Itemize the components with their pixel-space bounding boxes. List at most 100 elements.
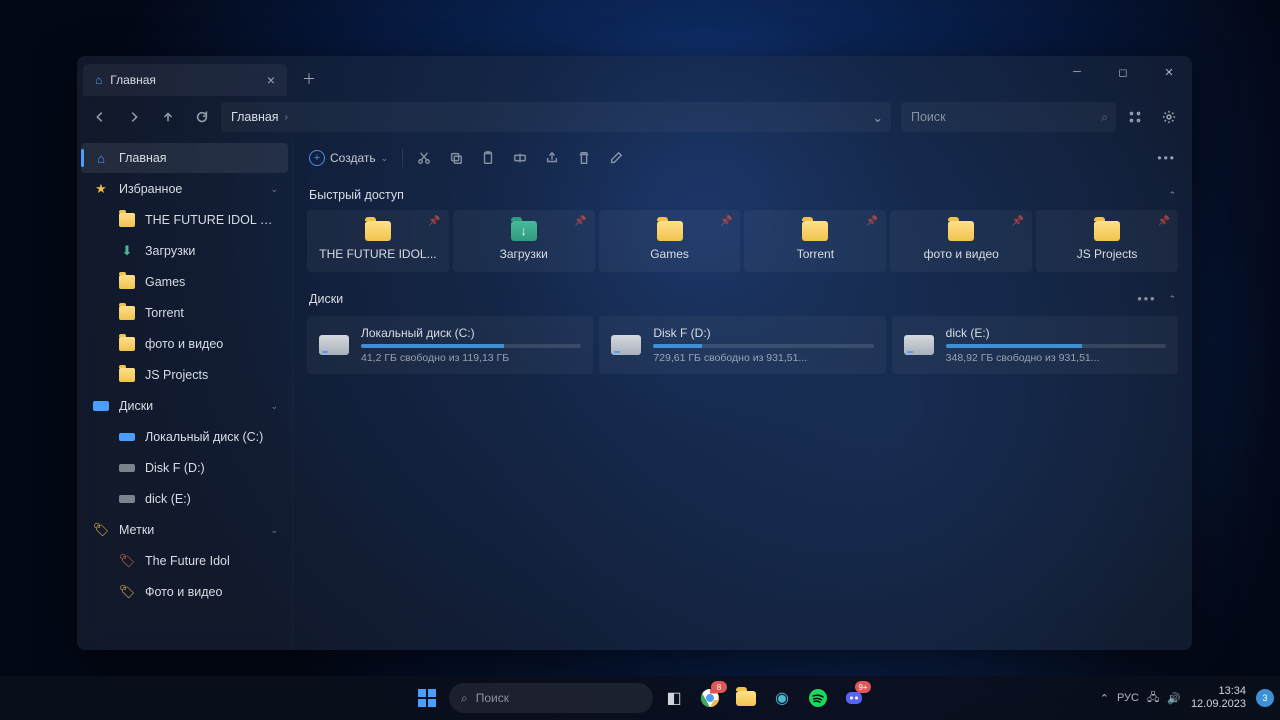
rename-button[interactable] — [505, 144, 535, 172]
sidebar-tag-item[interactable]: 🏷Фото и видео — [81, 577, 288, 607]
tab-home[interactable]: ⌂ Главная × — [83, 64, 287, 96]
create-button[interactable]: + Создать ⌄ — [301, 144, 396, 172]
folder-icon — [119, 336, 135, 352]
sidebar-fav-item[interactable]: JS Projects — [81, 360, 288, 390]
cut-button[interactable] — [409, 144, 439, 172]
file-explorer-window: ⌂ Главная × ＋ ─ ◻ ✕ Главная › ⌄ Поиск — [77, 56, 1192, 650]
pin-icon[interactable]: 📌 — [574, 216, 586, 227]
quick-access-item[interactable]: 📌фото и видео — [890, 210, 1032, 272]
quick-access-item[interactable]: 📌 THE FUTURE IDOL... — [307, 210, 449, 272]
explorer-app[interactable] — [731, 683, 761, 713]
sidebar-item-label: Games — [145, 275, 185, 289]
quick-access-item[interactable]: 📌Загрузки — [453, 210, 595, 272]
chevron-up-icon[interactable]: ⌃ — [1168, 294, 1176, 305]
properties-button[interactable] — [601, 144, 631, 172]
clock[interactable]: 13:34 12.09.2023 — [1191, 685, 1246, 711]
download-folder-icon — [511, 221, 537, 241]
section-quick-access[interactable]: Быстрый доступ ⌃ — [307, 178, 1178, 210]
sidebar-item-label: Фото и видео — [145, 585, 222, 599]
settings-button[interactable] — [1154, 102, 1184, 132]
discord-app[interactable]: 9+ — [839, 683, 869, 713]
sidebar-tags[interactable]: 🏷 Метки ⌄ — [81, 515, 288, 545]
start-button[interactable] — [411, 682, 443, 714]
back-button[interactable] — [85, 102, 115, 132]
disk-item[interactable]: dick (E:)348,92 ГБ свободно из 931,51... — [892, 316, 1178, 374]
drive-icon — [119, 491, 135, 507]
sidebar-disks[interactable]: Диски ⌄ — [81, 391, 288, 421]
close-button[interactable]: ✕ — [1146, 56, 1192, 88]
drive-icon — [319, 335, 349, 355]
minimize-button[interactable]: ─ — [1054, 56, 1100, 88]
paste-button[interactable] — [473, 144, 503, 172]
taskview-button[interactable]: ◧ — [659, 683, 689, 713]
sidebar-tag-item[interactable]: 🏷 The Future Idol — [81, 546, 288, 576]
copy-button[interactable] — [441, 144, 471, 172]
pin-icon[interactable]: 📌 — [428, 216, 440, 227]
create-label: Создать — [330, 151, 376, 165]
pin-icon[interactable]: 📌 — [720, 216, 732, 227]
sidebar-item-label: Локальный диск (C:) — [145, 430, 263, 444]
app-4[interactable]: ◉ — [767, 683, 797, 713]
disk-item[interactable]: Локальный диск (C:)41,2 ГБ свободно из 1… — [307, 316, 593, 374]
taskbar-search[interactable]: ⌕ Поиск — [449, 683, 653, 713]
tab-close-icon[interactable]: × — [267, 72, 275, 88]
sidebar-disk-item[interactable]: Disk F (D:) — [81, 453, 288, 483]
sidebar-fav-item[interactable]: Torrent — [81, 298, 288, 328]
share-button[interactable] — [537, 144, 567, 172]
sidebar-disk-item[interactable]: dick (E:) — [81, 484, 288, 514]
item-label: THE FUTURE IDOL... — [319, 247, 436, 261]
quick-access-item[interactable]: 📌Games — [599, 210, 741, 272]
view-options-button[interactable] — [1120, 102, 1150, 132]
sidebar-fav-item[interactable]: Games — [81, 267, 288, 297]
sidebar-fav-item[interactable]: ⬇Загрузки — [81, 236, 288, 266]
chevron-down-icon[interactable]: ⌄ — [270, 184, 278, 195]
disk-item[interactable]: Disk F (D:)729,61 ГБ свободно из 931,51.… — [599, 316, 885, 374]
address-bar[interactable]: Главная › ⌄ — [221, 102, 891, 132]
sidebar-fav-item[interactable]: фото и видео — [81, 329, 288, 359]
pin-icon[interactable]: 📌 — [1158, 216, 1170, 227]
forward-button[interactable] — [119, 102, 149, 132]
volume-icon[interactable]: 🔊 — [1167, 692, 1181, 705]
folder-icon — [119, 274, 135, 290]
chrome-app[interactable]: 8 — [695, 683, 725, 713]
refresh-button[interactable] — [187, 102, 217, 132]
chevron-down-icon[interactable]: ⌄ — [270, 401, 278, 412]
pin-icon[interactable]: 📌 — [1012, 216, 1024, 227]
network-icon[interactable]: 🖧 — [1147, 689, 1159, 708]
tray-chevron-icon[interactable]: ⌃ — [1100, 692, 1109, 705]
sidebar-home[interactable]: ⌂ Главная — [81, 143, 288, 173]
chevron-up-icon[interactable]: ⌃ — [1168, 190, 1176, 201]
quick-access-item[interactable]: 📌 JS Projects — [1036, 210, 1178, 272]
folder-icon — [802, 221, 828, 241]
home-icon: ⌂ — [93, 150, 109, 166]
chevron-down-icon[interactable]: ⌄ — [873, 110, 883, 125]
sidebar-disk-item[interactable]: Локальный диск (C:) — [81, 422, 288, 452]
more-icon[interactable]: ••• — [1137, 292, 1156, 306]
chevron-down-icon[interactable]: ⌄ — [270, 525, 278, 536]
folder-icon — [119, 212, 135, 228]
search-input[interactable]: Поиск ⌕ — [901, 102, 1116, 132]
maximize-button[interactable]: ◻ — [1100, 56, 1146, 88]
folder-icon — [948, 221, 974, 241]
content-area: + Создать ⌄ ••• Быстрый д — [292, 138, 1192, 650]
sidebar-item-label: Torrent — [145, 306, 184, 320]
quick-access-item[interactable]: 📌Torrent — [744, 210, 886, 272]
new-tab-button[interactable]: ＋ — [295, 65, 323, 93]
section-disks[interactable]: Диски ••• ⌃ — [307, 282, 1178, 314]
language-indicator[interactable]: РУС — [1117, 692, 1139, 704]
search-icon: ⌕ — [461, 691, 468, 706]
sidebar-fav-item[interactable]: THE FUTURE IDOL STUD — [81, 205, 288, 235]
sidebar-favorites[interactable]: ★ Избранное ⌄ — [81, 174, 288, 204]
tag-icon: 🏷 — [119, 553, 135, 569]
more-button[interactable]: ••• — [1149, 144, 1184, 172]
item-label: JS Projects — [1077, 247, 1138, 261]
sidebar-item-label: The Future Idol — [145, 554, 230, 568]
folder-icon — [365, 221, 391, 241]
desktop: ⌂ Главная × ＋ ─ ◻ ✕ Главная › ⌄ Поиск — [0, 0, 1280, 720]
notification-button[interactable]: 3 — [1256, 689, 1274, 707]
up-button[interactable] — [153, 102, 183, 132]
spotify-app[interactable] — [803, 683, 833, 713]
pin-icon[interactable]: 📌 — [866, 216, 878, 227]
chevron-right-icon: › — [285, 112, 288, 123]
delete-button[interactable] — [569, 144, 599, 172]
